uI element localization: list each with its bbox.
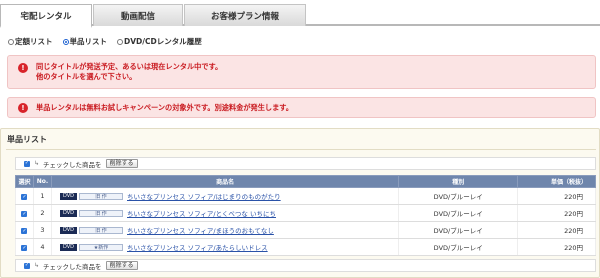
radio-button-icon[interactable]: [117, 38, 123, 45]
radio-rental-history[interactable]: DVD/CDレンタル履歴: [117, 36, 202, 47]
alert-message: 同じタイトルが発送予定、あるいは現在レンタル中です。 他のタイトルを選んで下さい…: [36, 62, 222, 82]
format-badge: DVD: [59, 209, 77, 217]
table-row: ✓ 2 DVD 旧 作ちいさなプリンセス ソフィア/とくべつな いちにち DVD/…: [15, 204, 596, 222]
single-item-table: 選択 No. 商品名 種別 単価（税抜） ✓ 1 DVD 旧 作ちいさなプリンセス…: [15, 175, 596, 256]
row-price: 220円: [517, 204, 596, 222]
arrow-icon: ↳: [34, 160, 40, 167]
row-number: 3: [32, 221, 52, 239]
header-title: 商品名: [50, 175, 400, 188]
header-price: 単価（税抜）: [517, 175, 596, 188]
radio-label: DVD/CDレンタル履歴: [124, 37, 202, 46]
format-badge: DVD: [59, 226, 77, 234]
tab-plan-info[interactable]: お客様プラン情報: [184, 4, 306, 26]
table-row: ✓ 4 DVD ★新作 ちいさなプリンセス ソフィア/あたらしいドレス DVD/ブル…: [15, 238, 596, 256]
divider: [6, 149, 596, 150]
bulk-action-bar-bottom: ✓ ↳ チェックした商品を 削除する: [15, 259, 596, 272]
select-all-checkbox[interactable]: ✓: [24, 262, 30, 269]
select-all-checkbox[interactable]: ✓: [24, 160, 30, 167]
radio-single-item-list[interactable]: 単品リスト: [62, 36, 108, 47]
alert-message: 単品レンタルは無料お試しキャンペーンの対象外です。別途料金が発生します。: [36, 103, 293, 113]
bulk-action-label: チェックした商品を: [43, 160, 102, 169]
format-badge: DVD: [59, 243, 77, 251]
row-type: DVD/ブルーレイ: [398, 221, 519, 239]
table-row: ✓ 1 DVD 旧 作ちいさなプリンセス ソフィア/はじまりのものがたり DVD/…: [15, 187, 596, 205]
row-checkbox[interactable]: ✓: [21, 211, 28, 218]
status-badge: ★新作: [79, 243, 123, 251]
title-link[interactable]: ちいさなプリンセス ソフィア/まほうのおもてなし: [127, 227, 274, 235]
row-price: 220円: [517, 238, 596, 256]
header-no: No.: [32, 175, 52, 188]
title-link[interactable]: ちいさなプリンセス ソフィア/はじまりのものがたり: [127, 193, 281, 201]
table-row: ✓ 3 DVD 旧 作ちいさなプリンセス ソフィア/まほうのおもてなし DVD/ブ…: [15, 221, 596, 239]
tab-delivery-rental[interactable]: 宅配レンタル: [0, 4, 92, 28]
row-type: DVD/ブルーレイ: [398, 238, 519, 256]
delete-button[interactable]: 削除する: [105, 159, 138, 168]
row-type: DVD/ブルーレイ: [398, 187, 519, 205]
radio-label: 定額リスト: [15, 37, 53, 46]
radio-button-icon[interactable]: [62, 38, 69, 45]
row-checkbox[interactable]: ✓: [21, 245, 28, 252]
delete-button[interactable]: 削除する: [105, 261, 138, 270]
tab-video-streaming[interactable]: 動画配信: [93, 4, 183, 26]
title-link[interactable]: ちいさなプリンセス ソフィア/あたらしいドレス: [127, 244, 268, 252]
radio-label: 単品リスト: [69, 37, 108, 46]
title-link[interactable]: ちいさなプリンセス ソフィア/とくべつな いちにち: [127, 210, 276, 218]
header-type: 種別: [398, 175, 519, 188]
bulk-action-label: チェックした商品を: [43, 262, 102, 271]
radio-button-icon[interactable]: [8, 38, 14, 45]
radio-flat-rate-list[interactable]: 定額リスト: [8, 36, 53, 47]
status-badge: 旧 作: [79, 209, 123, 217]
row-checkbox[interactable]: ✓: [21, 194, 28, 201]
exclamation-icon: !: [18, 103, 28, 113]
header-select: 選択: [15, 175, 34, 188]
list-type-selector: 定額リスト 単品リスト DVD/CDレンタル履歴: [8, 36, 202, 47]
format-badge: DVD: [59, 192, 77, 200]
row-number: 1: [32, 187, 52, 205]
single-item-list-section: 単品リスト ✓ ↳ チェックした商品を 削除する 選択 No. 商品名 種別 単…: [0, 128, 600, 278]
table-header-row: 選択 No. 商品名 種別 単価（税抜）: [15, 175, 596, 188]
status-badge: 旧 作: [79, 226, 123, 234]
alert-campaign-excluded: ! 単品レンタルは無料お試しキャンペーンの対象外です。別途料金が発生します。: [7, 97, 596, 118]
row-number: 4: [32, 238, 52, 256]
arrow-icon: ↳: [34, 262, 40, 269]
row-type: DVD/ブルーレイ: [398, 204, 519, 222]
row-number: 2: [32, 204, 52, 222]
bulk-action-bar-top: ✓ ↳ チェックした商品を 削除する: [15, 157, 596, 170]
section-title: 単品リスト: [7, 135, 47, 144]
row-checkbox[interactable]: ✓: [21, 228, 28, 235]
exclamation-icon: !: [18, 63, 28, 73]
row-price: 220円: [517, 221, 596, 239]
row-price: 220円: [517, 187, 596, 205]
alert-duplicate-title: ! 同じタイトルが発送予定、あるいは現在レンタル中です。 他のタイトルを選んで下…: [7, 55, 596, 89]
alert-line: 同じタイトルが発送予定、あるいは現在レンタル中です。: [36, 62, 223, 71]
alert-line: 単品レンタルは無料お試しキャンペーンの対象外です。別途料金が発生します。: [36, 103, 293, 112]
alert-line: 他のタイトルを選んで下さい。: [36, 72, 137, 81]
status-badge: 旧 作: [79, 192, 123, 200]
tab-bar: 宅配レンタル 動画配信 お客様プラン情報: [0, 0, 600, 28]
